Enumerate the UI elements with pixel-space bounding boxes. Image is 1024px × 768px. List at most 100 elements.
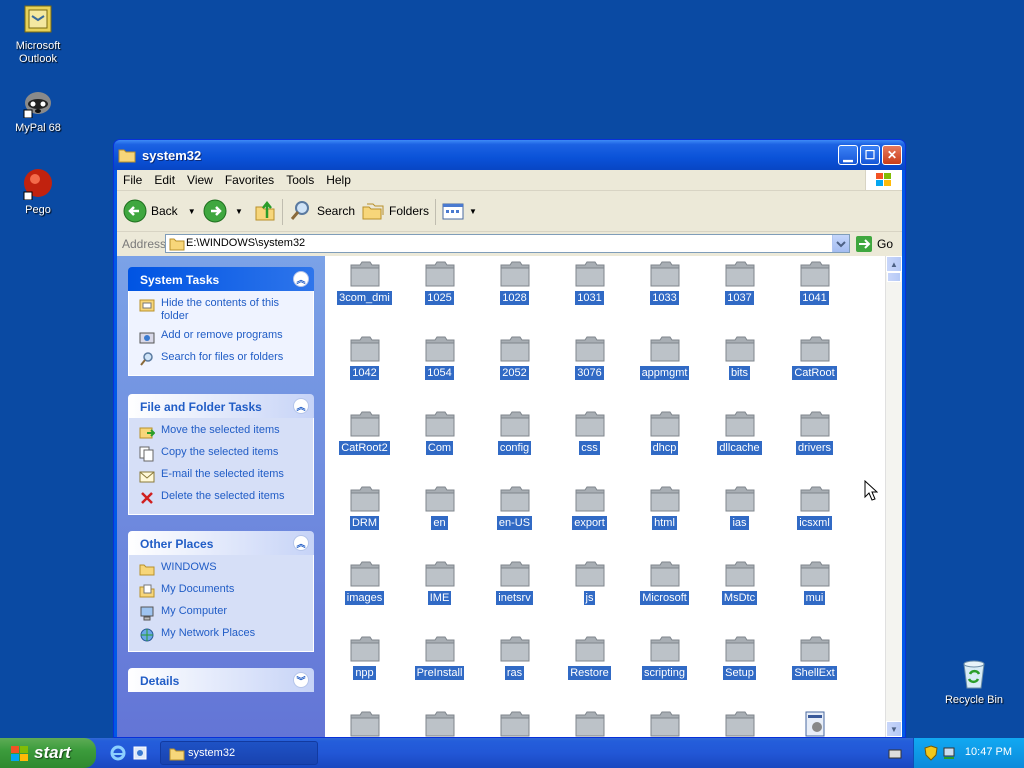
back-dropdown-icon[interactable]: ▼ xyxy=(188,207,196,216)
forward-dropdown-icon[interactable]: ▼ xyxy=(235,207,243,216)
views-button[interactable]: ▼ xyxy=(441,198,477,224)
system-tasks-header[interactable]: System Tasks ︽ xyxy=(128,267,314,291)
folder-item[interactable]: dllcache xyxy=(702,411,777,456)
address-dropdown-button[interactable] xyxy=(832,235,849,252)
folder-item[interactable]: images xyxy=(327,561,402,606)
folder-item[interactable]: Microsoft xyxy=(627,561,702,606)
folder-item[interactable]: mui xyxy=(777,561,852,606)
folder-item[interactable]: Setup xyxy=(702,636,777,681)
menu-edit[interactable]: Edit xyxy=(148,170,181,190)
menu-file[interactable]: File xyxy=(117,170,148,190)
folder-item[interactable]: 1028 xyxy=(477,261,552,306)
folder-item[interactable] xyxy=(627,711,702,737)
folder-item[interactable]: inetsrv xyxy=(477,561,552,606)
quick-launch-app-icon[interactable] xyxy=(132,745,148,766)
folder-item[interactable]: js xyxy=(552,561,627,606)
place-windows[interactable]: WINDOWS xyxy=(139,561,307,577)
folder-item[interactable]: en-US xyxy=(477,486,552,531)
back-button[interactable]: Back ▼ xyxy=(123,198,196,224)
folder-item[interactable]: bits xyxy=(702,336,777,381)
folder-item[interactable]: 3com_dmi xyxy=(327,261,402,306)
task-delete-items[interactable]: Delete the selected items xyxy=(139,490,307,506)
folder-item[interactable]: ias xyxy=(702,486,777,531)
folder-item[interactable]: 1025 xyxy=(402,261,477,306)
folder-item[interactable]: css xyxy=(552,411,627,456)
task-hide-contents[interactable]: Hide the contents of this folder xyxy=(139,297,307,323)
forward-button[interactable]: ▼ xyxy=(203,198,243,224)
folder-item[interactable]: DRM xyxy=(327,486,402,531)
folder-item[interactable]: 1054 xyxy=(402,336,477,381)
close-button[interactable]: ✕ xyxy=(882,145,902,165)
folder-item[interactable]: html xyxy=(627,486,702,531)
maximize-button[interactable]: ☐ xyxy=(860,145,880,165)
go-button[interactable]: Go xyxy=(855,235,893,253)
vertical-scrollbar[interactable]: ▲ ▼ xyxy=(885,256,902,737)
file-item[interactable] xyxy=(777,711,852,737)
folder-item[interactable]: Com xyxy=(402,411,477,456)
folder-item[interactable]: drivers xyxy=(777,411,852,456)
folder-item[interactable]: 1037 xyxy=(702,261,777,306)
menu-tools[interactable]: Tools xyxy=(280,170,320,190)
folder-item[interactable]: icsxml xyxy=(777,486,852,531)
collapse-icon[interactable]: ︽ xyxy=(293,271,309,287)
minimize-button[interactable]: ▁ xyxy=(838,145,858,165)
up-folder-button[interactable] xyxy=(253,198,277,224)
desktop-icon-recycle-bin[interactable]: Recycle Bin xyxy=(936,658,1012,707)
place-my-computer[interactable]: My Computer xyxy=(139,605,307,621)
folder-item[interactable]: CatRoot2 xyxy=(327,411,402,456)
menu-view[interactable]: View xyxy=(181,170,219,190)
expand-icon[interactable]: ︾ xyxy=(293,672,309,688)
collapse-icon[interactable]: ︽ xyxy=(293,535,309,551)
taskbar-button-system32[interactable]: system32 xyxy=(160,741,318,765)
network-status-icon[interactable] xyxy=(942,745,956,764)
collapse-icon[interactable]: ︽ xyxy=(293,398,309,414)
internet-explorer-icon[interactable] xyxy=(110,745,126,766)
folder-item[interactable]: en xyxy=(402,486,477,531)
task-search-files[interactable]: Search for files or folders xyxy=(139,351,307,367)
desktop-icon-pego[interactable]: Pego xyxy=(0,168,76,217)
folder-item[interactable] xyxy=(402,711,477,737)
folder-item[interactable] xyxy=(702,711,777,737)
folder-item[interactable]: 1033 xyxy=(627,261,702,306)
task-copy-items[interactable]: Copy the selected items xyxy=(139,446,307,462)
folder-item[interactable] xyxy=(327,711,402,737)
folder-item[interactable]: appmgmt xyxy=(627,336,702,381)
folder-item[interactable]: 3076 xyxy=(552,336,627,381)
scroll-thumb[interactable] xyxy=(887,272,901,282)
start-button[interactable]: start xyxy=(0,738,96,768)
folder-item[interactable]: config xyxy=(477,411,552,456)
address-input[interactable]: E:\WINDOWS\system32 xyxy=(165,234,850,253)
scroll-up-arrow[interactable]: ▲ xyxy=(886,256,902,272)
task-email-items[interactable]: E-mail the selected items xyxy=(139,468,307,484)
details-header[interactable]: Details ︾ xyxy=(128,668,314,692)
task-add-remove-programs[interactable]: Add or remove programs xyxy=(139,329,307,345)
place-my-documents[interactable]: My Documents xyxy=(139,583,307,599)
place-my-network-places[interactable]: My Network Places xyxy=(139,627,307,643)
folder-item[interactable] xyxy=(552,711,627,737)
folder-item[interactable] xyxy=(477,711,552,737)
folder-item[interactable]: scripting xyxy=(627,636,702,681)
task-move-items[interactable]: Move the selected items xyxy=(139,424,307,440)
folders-button[interactable]: Folders xyxy=(361,198,429,224)
folder-item[interactable]: dhcp xyxy=(627,411,702,456)
file-folder-tasks-header[interactable]: File and Folder Tasks ︽ xyxy=(128,394,314,418)
desktop-icon-outlook[interactable]: Microsoft Outlook xyxy=(0,4,76,66)
folder-item[interactable]: 1031 xyxy=(552,261,627,306)
scroll-down-arrow[interactable]: ▼ xyxy=(886,721,902,737)
folder-item[interactable]: ShellExt xyxy=(777,636,852,681)
security-shield-icon[interactable] xyxy=(924,745,938,764)
folder-item[interactable]: export xyxy=(552,486,627,531)
folder-item[interactable]: npp xyxy=(327,636,402,681)
folder-item[interactable]: 1041 xyxy=(777,261,852,306)
other-places-header[interactable]: Other Places ︽ xyxy=(128,531,314,555)
folder-item[interactable]: 1042 xyxy=(327,336,402,381)
folder-item[interactable]: Restore xyxy=(552,636,627,681)
folder-item[interactable]: ras xyxy=(477,636,552,681)
folder-item[interactable]: 2052 xyxy=(477,336,552,381)
menu-favorites[interactable]: Favorites xyxy=(219,170,280,190)
search-button[interactable]: Search xyxy=(289,198,355,224)
keyboard-icon[interactable] xyxy=(888,747,902,765)
desktop-icon-mypal[interactable]: MyPal 68 xyxy=(0,86,76,135)
title-bar[interactable]: system32 ▁ ☐ ✕ xyxy=(114,140,905,170)
folder-item[interactable]: CatRoot xyxy=(777,336,852,381)
